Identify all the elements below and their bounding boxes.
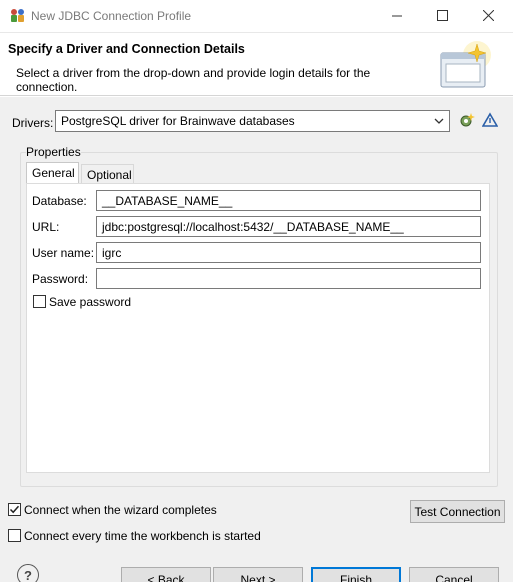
save-password-label: Save password	[49, 295, 132, 309]
help-icon: ?	[24, 567, 32, 582]
database-connection-icon	[9, 8, 27, 24]
wizard-header: Specify a Driver and Connection Details …	[0, 34, 513, 96]
cancel-button[interactable]: Cancel	[409, 567, 499, 582]
connect-on-finish-label: Connect when the wizard completes	[24, 503, 217, 517]
password-label: Password:	[32, 272, 89, 286]
help-button[interactable]: ?	[17, 564, 39, 582]
drivers-dropdown[interactable]: PostgreSQL driver for Brainwave database…	[55, 110, 450, 132]
url-field[interactable]: jdbc:postgresql://localhost:5432/__DATAB…	[96, 216, 481, 237]
url-label: URL:	[32, 220, 60, 234]
test-connection-button[interactable]: Test Connection	[410, 500, 505, 523]
maximize-icon	[436, 9, 448, 24]
username-field[interactable]: igrc	[96, 242, 481, 263]
connect-on-startup-checkbox[interactable]	[8, 529, 21, 542]
chevron-down-icon	[433, 115, 445, 130]
wizard-content: Drivers: PostgreSQL driver for Brainwave…	[0, 97, 513, 582]
connect-on-finish-checkbox[interactable]	[8, 503, 21, 516]
edit-driver-icon	[481, 111, 499, 131]
close-button[interactable]	[465, 0, 511, 33]
username-label: User name:	[32, 246, 95, 260]
tab-optional[interactable]: Optional	[81, 164, 134, 184]
database-label: Database:	[32, 194, 87, 208]
tab-general[interactable]: General	[26, 162, 79, 183]
next-button[interactable]: Next >	[213, 567, 303, 582]
new-driver-icon	[459, 112, 475, 131]
wizard-banner-icon	[437, 41, 493, 93]
wizard-button-bar: ? < Back Next > Finish Cancel	[0, 557, 513, 582]
database-field[interactable]: __DATABASE_NAME__	[96, 190, 481, 211]
save-password-checkbox[interactable]	[33, 295, 46, 308]
page-title: Specify a Driver and Connection Details	[8, 42, 245, 56]
minimize-button[interactable]	[374, 0, 420, 33]
minimize-icon	[392, 10, 402, 24]
back-button[interactable]: < Back	[121, 567, 211, 582]
maximize-button[interactable]	[419, 0, 465, 33]
edit-driver-button[interactable]	[481, 111, 499, 131]
properties-legend: Properties	[26, 145, 81, 159]
drivers-selected-value: PostgreSQL driver for Brainwave database…	[61, 114, 295, 128]
finish-button[interactable]: Finish	[311, 567, 401, 582]
new-driver-button[interactable]	[458, 112, 476, 130]
close-icon	[482, 9, 494, 24]
drivers-label: Drivers:	[12, 116, 54, 130]
title-bar: New JDBC Connection Profile	[0, 0, 513, 33]
page-description: Select a driver from the drop-down and p…	[16, 66, 371, 94]
password-field[interactable]	[96, 268, 481, 289]
window-title: New JDBC Connection Profile	[31, 9, 192, 23]
connect-on-startup-label: Connect every time the workbench is star…	[24, 529, 261, 543]
